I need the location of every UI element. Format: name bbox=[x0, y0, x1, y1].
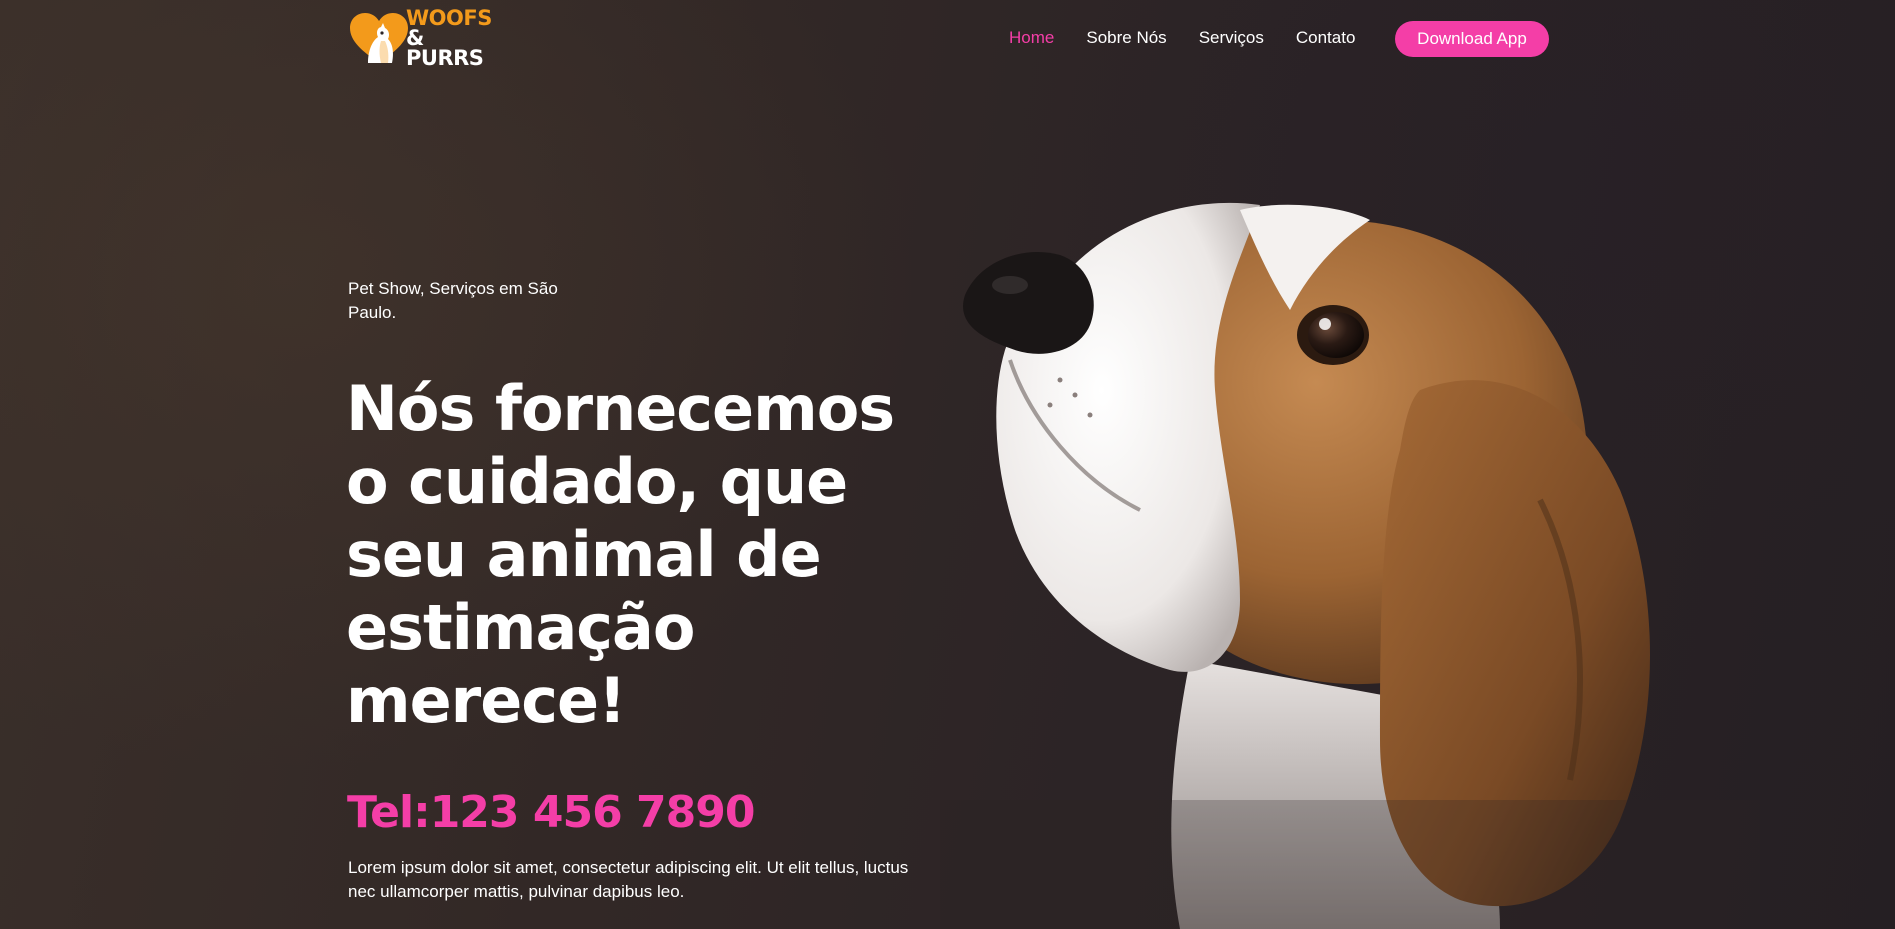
beagle-puppy-photo bbox=[940, 202, 1760, 929]
nav-contato[interactable]: Contato bbox=[1296, 28, 1356, 48]
brand-name-line1: WOOFS bbox=[406, 6, 492, 30]
download-app-button[interactable]: Download App bbox=[1395, 21, 1549, 57]
nav-home[interactable]: Home bbox=[1009, 28, 1054, 48]
hero-tagline: Pet Show, Serviços em São Paulo. bbox=[348, 279, 558, 322]
brand-logo[interactable]: WOOFS & PURRS bbox=[348, 8, 500, 69]
hero-headline: Nós fornecemos o cuidado, que seu animal… bbox=[346, 372, 895, 737]
nav-sobre-nos[interactable]: Sobre Nós bbox=[1086, 28, 1166, 48]
phone-number[interactable]: Tel:123 456 7890 bbox=[347, 785, 755, 841]
hero-section: WOOFS & PURRS Home Sobre Nós Serviços Co… bbox=[0, 0, 1895, 929]
hero-description: Lorem ipsum dolor sit amet, consectetur … bbox=[348, 858, 909, 901]
main-nav: Home Sobre Nós Serviços Contato bbox=[1009, 28, 1355, 48]
brand-name-line2: & PURRS bbox=[406, 26, 484, 70]
heart-pet-icon bbox=[350, 13, 408, 63]
nav-servicos[interactable]: Serviços bbox=[1199, 28, 1264, 48]
